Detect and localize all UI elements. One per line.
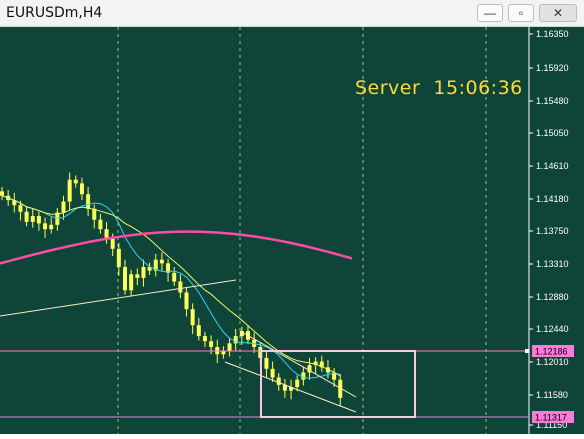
candle-body <box>18 205 23 212</box>
price-tag-label: 1.11317 <box>535 413 567 423</box>
price-tick-label: 1.13750 <box>536 226 569 236</box>
candle-body <box>264 357 269 369</box>
candle-body <box>270 368 275 378</box>
price-tick-label: 1.14180 <box>536 194 569 204</box>
price-tick-label: 1.14610 <box>536 161 569 171</box>
candle-body <box>190 309 195 326</box>
candle-body <box>98 219 103 230</box>
close-button[interactable]: ✕ <box>539 4 577 22</box>
candle-body <box>129 274 134 291</box>
candle-body <box>110 237 115 249</box>
candle-body <box>86 194 91 209</box>
server-time: Server 15:06:36 <box>355 77 523 99</box>
candle-body <box>172 272 177 282</box>
price-chart[interactable]: 1.16350 1.15920 1.15480 1.15050 1.14610 1.141… <box>0 27 584 434</box>
candle-body <box>0 191 4 196</box>
candle-body <box>92 208 97 220</box>
candle-body <box>209 341 214 347</box>
candle-body <box>141 267 146 278</box>
candle-body <box>184 292 189 310</box>
candle-body <box>116 248 121 267</box>
candle-body <box>295 379 300 387</box>
server-clock: 15:06:36 <box>433 77 523 99</box>
candle-body <box>196 325 201 337</box>
price-tick-label: 1.16350 <box>536 29 569 39</box>
candle-body <box>73 179 78 184</box>
candle-body <box>67 179 72 202</box>
candle-body <box>178 281 183 293</box>
maximize-button[interactable]: ▫ <box>508 4 534 22</box>
price-tick-label: 1.15920 <box>536 63 569 73</box>
price-tick-label: 1.15050 <box>536 128 569 138</box>
chart-window: EURUSDm,H4 — ▫ ✕ 1.16350 1.15920 1.15480 1.… <box>0 0 584 434</box>
candle-body <box>202 336 207 342</box>
candle-body <box>135 274 140 278</box>
minimize-icon: — <box>484 6 496 20</box>
candle-body <box>79 183 84 195</box>
price-tick-label: 1.12010 <box>536 357 569 367</box>
window-title: EURUSDm,H4 <box>6 5 103 21</box>
candle-body <box>159 259 164 264</box>
price-tag-label: 1.12186 <box>535 347 568 357</box>
candle-body <box>43 223 48 230</box>
candle-body <box>61 201 66 213</box>
price-marker <box>525 349 529 353</box>
candle-body <box>104 229 109 238</box>
candle-body <box>30 216 35 222</box>
maximize-icon: ▫ <box>518 6 524 20</box>
candle-body <box>49 224 54 230</box>
candle-body <box>276 377 281 385</box>
candle-body <box>227 343 232 351</box>
price-tick-label: 1.15480 <box>536 96 569 106</box>
price-tick-label: 1.12440 <box>536 324 569 334</box>
candle-body <box>36 216 41 224</box>
server-label: Server <box>355 77 421 99</box>
price-tick-label: 1.12880 <box>536 292 569 302</box>
minimize-button[interactable]: — <box>477 4 503 22</box>
close-icon: ✕ <box>552 6 564 20</box>
candle-body <box>123 267 127 291</box>
price-tick-label: 1.11580 <box>536 390 568 400</box>
title-bar[interactable]: EURUSDm,H4 — ▫ ✕ <box>0 0 584 27</box>
candle-body <box>24 211 29 222</box>
price-tick-label: 1.13310 <box>536 259 569 269</box>
